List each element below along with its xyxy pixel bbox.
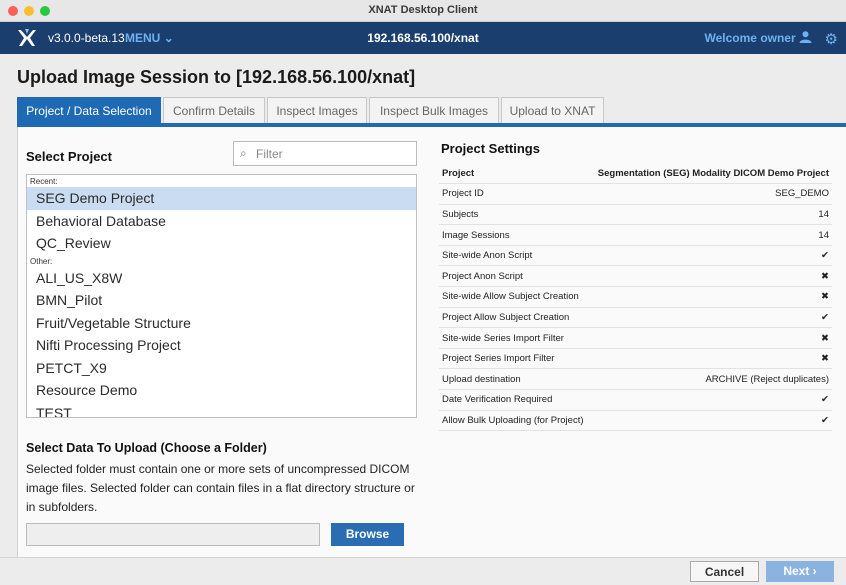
welcome-label: Welcome owner (704, 31, 796, 45)
select-data-description: Selected folder must contain one or more… (26, 462, 415, 514)
setting-label: Date Verification Required (439, 389, 590, 411)
settings-header-label: Project (439, 163, 590, 185)
select-data-heading: Select Data To Upload (Choose a Folder) (26, 441, 267, 455)
setting-label: Site-wide Series Import Filter (439, 327, 590, 349)
browse-button[interactable]: Browse (331, 523, 404, 546)
setting-label: Project Allow Subject Creation (439, 307, 590, 329)
tab-inspect-images[interactable]: Inspect Images (267, 97, 367, 124)
table-row: Site-wide Anon Script ✔ (439, 245, 832, 267)
project-list[interactable]: Recent: SEG Demo Project Behavioral Data… (26, 174, 417, 418)
check-icon: ✔ (589, 307, 832, 329)
list-item-nifti-processing-project[interactable]: Nifti Processing Project (27, 334, 416, 357)
setting-label: Site-wide Allow Subject Creation (439, 286, 590, 308)
setting-value: SEG_DEMO (589, 183, 832, 205)
setting-label: Project Anon Script (439, 265, 590, 288)
setting-label: Allow Bulk Uploading (for Project) (439, 410, 590, 432)
setting-label: Subjects (439, 204, 590, 226)
list-item-qc-review[interactable]: QC_Review (27, 232, 416, 255)
table-row: Allow Bulk Uploading (for Project) ✔ (439, 410, 832, 432)
list-item-test[interactable]: TEST (27, 402, 416, 418)
tab-project-data-selection[interactable]: Project / Data Selection (17, 97, 161, 124)
cancel-button[interactable]: Cancel (690, 561, 759, 582)
table-row: Project Anon Script ✖ (439, 265, 832, 288)
recent-group-label: Recent: (30, 177, 58, 186)
app-window: XNAT Desktop Client v3.0.0-beta.13 MENU … (0, 0, 846, 585)
user-icon (799, 31, 812, 43)
list-item-seg-demo-project[interactable]: SEG Demo Project (27, 187, 416, 210)
tab-upload-to-xnat[interactable]: Upload to XNAT (501, 97, 604, 124)
table-row: Date Verification Required ✔ (439, 389, 832, 411)
window-title: XNAT Desktop Client (368, 4, 478, 16)
setting-value: ARCHIVE (Reject duplicates) (589, 368, 832, 391)
list-item-resource-demo[interactable]: Resource Demo (27, 379, 416, 402)
window-titlebar: XNAT Desktop Client (0, 0, 846, 22)
check-icon: ✔ (589, 389, 832, 411)
search-icon: ⌕ (240, 146, 247, 160)
page-title: Upload Image Session to [192.168.56.100/… (17, 67, 416, 87)
filter-input[interactable]: ⌕ Filter (233, 141, 417, 166)
select-project-heading: Select Project (26, 149, 112, 164)
setting-label: Project ID (439, 183, 590, 205)
other-group-label: Other: (30, 256, 53, 266)
setting-label: Project Series Import Filter (439, 348, 590, 370)
settings-header-value: Segmentation (SEG) Modality DICOM Demo P… (589, 163, 832, 185)
table-row: Project Segmentation (SEG) Modality DICO… (439, 163, 832, 185)
list-item-petct-x9[interactable]: PETCT_X9 (27, 357, 416, 380)
tab-confirm-details[interactable]: Confirm Details (163, 97, 265, 124)
cross-icon: ✖ (589, 265, 832, 288)
folder-path-field[interactable] (26, 523, 320, 546)
main-panel: Select Project ⌕ Filter Recent: SEG Demo… (17, 127, 846, 557)
table-row: Upload destination ARCHIVE (Reject duplic… (439, 368, 832, 391)
table-row: Project Allow Subject Creation ✔ (439, 307, 832, 329)
table-row: Site-wide Series Import Filter ✖ (439, 327, 832, 349)
list-item-ali-us-x8w[interactable]: ALI_US_X8W (27, 267, 416, 290)
setting-label: Site-wide Anon Script (439, 245, 590, 267)
app-header: v3.0.0-beta.13 MENU ⌄ 192.168.56.100/xna… (0, 22, 846, 54)
cross-icon: ✖ (589, 327, 832, 349)
table-row: Project ID SEG_DEMO (439, 183, 832, 205)
setting-label: Upload destination (439, 368, 590, 391)
setting-value: 14 (589, 224, 832, 246)
setting-value: 14 (589, 204, 832, 226)
table-row: Subjects 14 (439, 204, 832, 226)
table-row: Site-wide Allow Subject Creation ✖ (439, 286, 832, 308)
list-item-fruit-vegetable-structure[interactable]: Fruit/Vegetable Structure (27, 312, 416, 335)
project-settings-table: Project Segmentation (SEG) Modality DICO… (439, 163, 832, 432)
cross-icon: ✖ (589, 348, 832, 370)
next-button[interactable]: Next › (766, 561, 834, 582)
list-item-bmn-pilot[interactable]: BMN_Pilot (27, 289, 416, 312)
table-row: Image Sessions 14 (439, 224, 832, 246)
gear-icon[interactable]: ⚙ (825, 30, 838, 48)
user-menu-button[interactable]: Welcome owner (705, 31, 812, 45)
filter-placeholder: Filter (256, 147, 283, 161)
list-item-behavioral-database[interactable]: Behavioral Database (27, 210, 416, 233)
tab-inspect-bulk-images[interactable]: Inspect Bulk Images (369, 97, 499, 124)
setting-label: Image Sessions (439, 224, 590, 246)
check-icon: ✔ (589, 245, 832, 267)
project-settings-heading: Project Settings (441, 141, 540, 156)
check-icon: ✔ (589, 410, 832, 432)
cross-icon: ✖ (589, 286, 832, 308)
table-row: Project Series Import Filter ✖ (439, 348, 832, 370)
